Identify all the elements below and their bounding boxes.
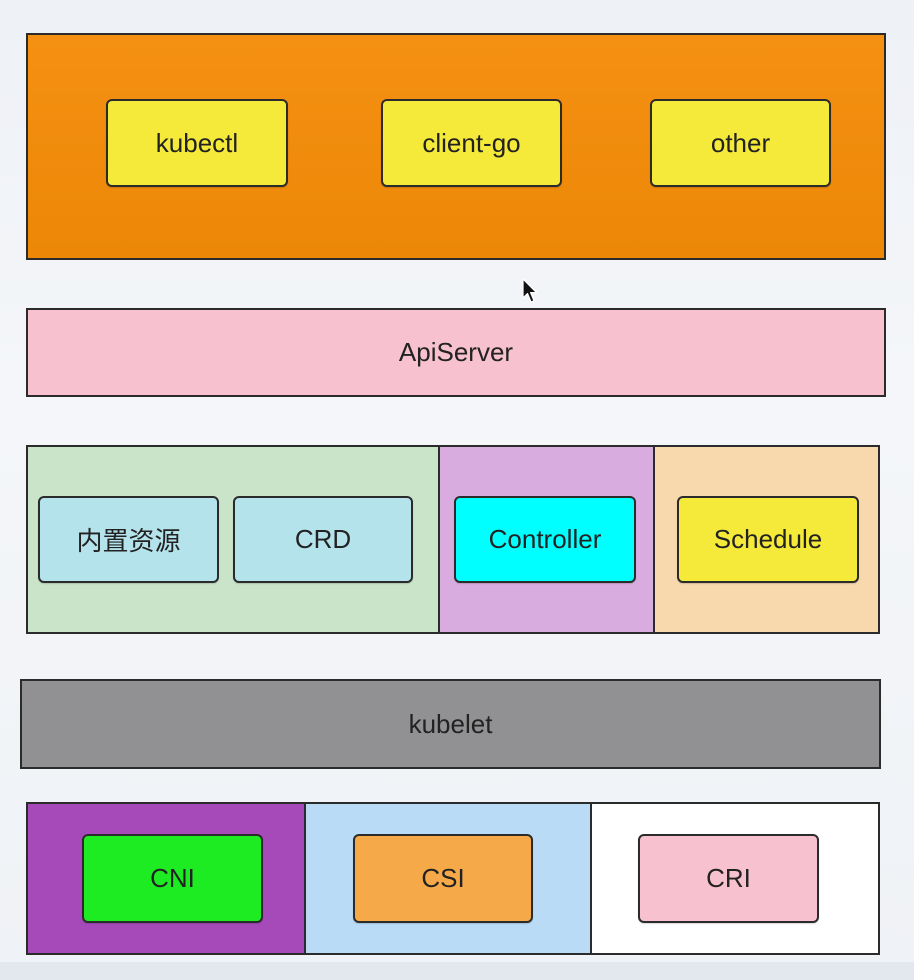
csi-label: CSI <box>421 863 465 893</box>
cri-box: CRI <box>638 834 819 923</box>
cri-label: CRI <box>706 863 751 893</box>
kubectl-label: kubectl <box>155 127 239 158</box>
builtin-resources-box: 内置资源 <box>38 496 219 583</box>
client-go-box: client-go <box>381 99 562 187</box>
other-box: other <box>650 99 831 187</box>
client-go-label: client-go <box>422 127 521 158</box>
bottom-edge <box>0 962 914 980</box>
schedule-label: Schedule <box>713 524 823 554</box>
mouse-cursor-icon <box>522 278 538 303</box>
csi-box: CSI <box>353 834 533 923</box>
kubelet-label: kubelet <box>408 708 493 739</box>
apiserver-label: ApiServer <box>398 337 514 367</box>
controller-box: Controller <box>454 496 636 583</box>
architecture-diagram: kubectl client-go other ApiServer 内置资源 C… <box>0 0 914 980</box>
cni-label: CNI <box>150 863 195 893</box>
controller-label: Controller <box>488 524 602 554</box>
builtin-resources-label: 内置资源 <box>76 526 181 556</box>
crd-box: CRD <box>233 496 413 583</box>
schedule-box: Schedule <box>677 496 859 583</box>
other-label: other <box>710 127 771 158</box>
cni-box: CNI <box>82 834 263 923</box>
crd-label: CRD <box>294 524 352 554</box>
kubectl-box: kubectl <box>106 99 288 187</box>
